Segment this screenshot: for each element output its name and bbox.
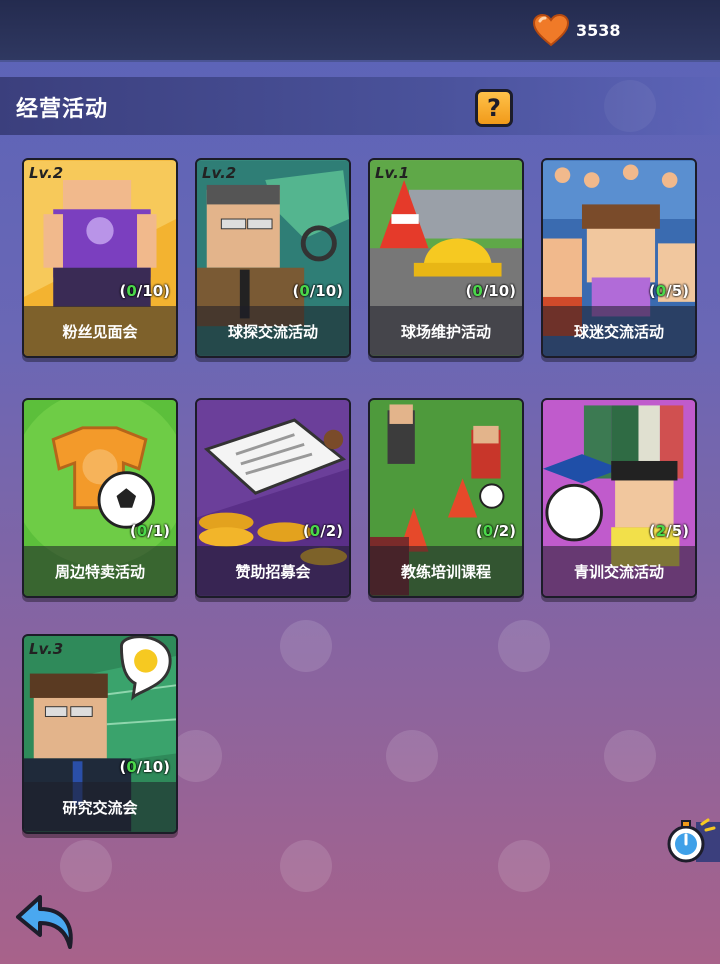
activity-card-fan-meeting[interactable]: Lv.2 (0/10) 粉丝见面会: [22, 158, 178, 358]
progress-count: (0/10): [119, 758, 170, 776]
activity-card-merch-sale[interactable]: (0/1) 周边特卖活动: [22, 398, 178, 598]
activity-card-youth-exchange[interactable]: (2/5) 青训交流活动: [541, 398, 697, 598]
card-label: 球迷交流活动: [573, 322, 664, 341]
progress-count: (0/2): [475, 522, 516, 540]
card-label-bar: 教练培训课程: [370, 546, 522, 596]
card-label-bar: 青训交流活动: [543, 546, 695, 596]
card-label-bar: 球探交流活动: [197, 306, 349, 356]
activity-card-scout-exchange[interactable]: Lv.2 (0/10) 球探交流活动: [195, 158, 351, 358]
question-mark-icon: ?: [487, 94, 501, 122]
card-label: 青训交流活动: [573, 562, 664, 581]
card-label: 周边特卖活动: [54, 562, 145, 581]
soccer-ball-watermark-icon: [498, 620, 550, 672]
card-label: 赞助招募会: [235, 562, 311, 581]
progress-count: (0/10): [465, 282, 516, 300]
progress-count: (0/10): [119, 282, 170, 300]
currency-display: 3538: [532, 12, 621, 48]
level-badge: Lv.3: [29, 640, 64, 658]
card-label-bar: 球迷交流活动: [543, 306, 695, 356]
soccer-ball-watermark-icon: [280, 840, 332, 892]
level-badge: Lv.2: [29, 164, 64, 182]
activity-card-sponsor-recruit[interactable]: (0/2) 赞助招募会: [195, 398, 351, 598]
progress-count: (0/5): [648, 282, 689, 300]
section-header: 经营活动: [0, 77, 720, 135]
level-badge: Lv.2: [202, 164, 237, 182]
progress-count: (2/5): [648, 522, 689, 540]
card-label-bar: 球场维护活动: [370, 306, 522, 356]
help-button[interactable]: ?: [475, 89, 513, 127]
soccer-ball-watermark-icon: [604, 730, 656, 782]
card-label-bar: 粉丝见面会: [24, 306, 176, 356]
card-label: 球探交流活动: [227, 322, 318, 341]
activity-card-research-exchange[interactable]: Lv.3 (0/10) 研究交流会: [22, 634, 178, 834]
progress-count: (0/2): [302, 522, 343, 540]
card-label: 粉丝见面会: [62, 322, 138, 341]
card-label-bar: 周边特卖活动: [24, 546, 176, 596]
soccer-ball-watermark-icon: [280, 620, 332, 672]
card-label-bar: 赞助招募会: [197, 546, 349, 596]
stopwatch-icon[interactable]: [666, 818, 720, 866]
heart-icon: [532, 13, 570, 47]
card-label-bar: 研究交流会: [24, 782, 176, 832]
currency-amount: 3538: [576, 20, 621, 40]
soccer-ball-watermark-icon: [498, 840, 550, 892]
activity-card-stadium-maintenance[interactable]: Lv.1 (0/10) 球场维护活动: [368, 158, 524, 358]
card-label: 球场维护活动: [400, 322, 491, 341]
level-badge: Lv.1: [375, 164, 410, 182]
activity-card-fan-exchange[interactable]: (0/5) 球迷交流活动: [541, 158, 697, 358]
activity-card-coach-training[interactable]: (0/2) 教练培训课程: [368, 398, 524, 598]
soccer-ball-watermark-icon: [60, 840, 112, 892]
progress-count: (0/10): [292, 282, 343, 300]
soccer-ball-watermark-icon: [386, 730, 438, 782]
card-label: 教练培训课程: [400, 562, 491, 581]
back-arrow-icon[interactable]: [14, 893, 76, 951]
card-label: 研究交流会: [62, 798, 138, 817]
progress-count: (0/1): [129, 522, 170, 540]
page-title: 经营活动: [16, 97, 109, 122]
